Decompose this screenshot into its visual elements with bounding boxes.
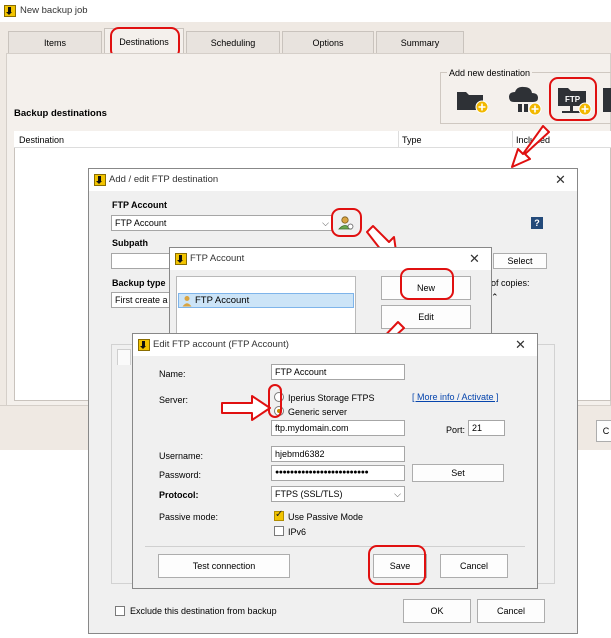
close-icon[interactable]: ✕ [555, 173, 566, 186]
subpath-input[interactable] [111, 253, 171, 269]
app-icon [138, 339, 150, 351]
main-window-title: New backup job [20, 5, 88, 16]
edit-ftp-account-dialog: Edit FTP account (FTP Account) ✕ Name: F… [132, 333, 538, 589]
passive-mode-label: Passive mode: [159, 512, 219, 522]
username-input[interactable]: hjebmd6382 [271, 446, 405, 462]
new-account-button[interactable]: New [381, 276, 471, 300]
main-titlebar: New backup job [0, 0, 611, 22]
app-icon [4, 5, 16, 17]
close-icon[interactable]: ✕ [515, 338, 526, 351]
chevron-down-icon: ⌵ [322, 218, 329, 228]
copies-stepper[interactable]: ⌃ [491, 292, 501, 306]
ftp-account-select[interactable]: FTP Account ⌵ [111, 215, 333, 231]
backup-type-label: Backup type [112, 278, 166, 288]
cancel-button[interactable]: Cancel [477, 599, 545, 623]
add-destination-label: Add new destination [447, 68, 533, 78]
port-input[interactable]: 21 [468, 420, 505, 436]
backup-type-value: First create a [115, 295, 168, 305]
password-label: Password: [159, 470, 202, 480]
ok-button[interactable]: OK [403, 599, 471, 623]
dialog-separator [145, 546, 525, 547]
user-icon [182, 296, 192, 307]
chevron-down-icon: ⌵ [394, 489, 401, 499]
tab-options[interactable]: Options [282, 31, 374, 53]
edit-account-button[interactable]: Edit [381, 305, 471, 329]
cloud-destination-icon[interactable] [506, 84, 542, 116]
save-button[interactable]: Save [373, 554, 427, 578]
ipv6-checkbox[interactable] [274, 526, 284, 536]
protocol-label: Protocol: [159, 490, 199, 500]
app-icon [175, 253, 187, 265]
ftp-account-list-dialog: FTP Account ✕ FTP Account New Edit [169, 247, 492, 337]
cancel-edit-button[interactable]: Cancel [440, 554, 508, 578]
radio-generic-label: Generic server [288, 407, 348, 417]
select-button[interactable]: Select [493, 253, 547, 269]
tab-scheduling[interactable]: Scheduling [186, 31, 280, 53]
radio-iperius-label: Iperius Storage FTPS [288, 393, 375, 403]
set-button[interactable]: Set [412, 464, 504, 482]
tab-destinations[interactable]: Destinations [104, 28, 184, 54]
inner-tab [117, 349, 131, 365]
edit-ftp-title: Edit FTP account (FTP Account) [153, 339, 289, 350]
tab-items[interactable]: Items [8, 31, 102, 53]
ftp-account-label: FTP Account [112, 200, 168, 210]
protocol-select[interactable]: FTPS (SSL/TLS) ⌵ [271, 486, 405, 502]
folder-destination-icon[interactable] [456, 86, 489, 114]
main-right-button[interactable]: C [596, 420, 611, 442]
col-type[interactable]: Type [402, 135, 422, 145]
server-input[interactable]: ftp.mydomain.com [271, 420, 405, 436]
protocol-value: FTPS (SSL/TLS) [275, 489, 343, 499]
exclude-label: Exclude this destination from backup [130, 606, 277, 616]
test-connection-button[interactable]: Test connection [158, 554, 290, 578]
passive-mode-option-label: Use Passive Mode [288, 512, 364, 522]
subpath-label: Subpath [112, 238, 148, 248]
section-title: Backup destinations [14, 108, 107, 119]
col-destination[interactable]: Destination [19, 135, 64, 145]
server-label: Server: [159, 395, 189, 405]
passive-mode-checkbox[interactable] [274, 509, 284, 521]
ftp-account-list-titlebar: FTP Account ✕ [170, 248, 491, 270]
tab-summary[interactable]: Summary [376, 31, 464, 53]
col-included[interactable]: Included [516, 135, 550, 145]
edit-ftp-titlebar: Edit FTP account (FTP Account) ✕ [133, 334, 537, 356]
extra-tile-icon[interactable] [603, 88, 611, 112]
manage-accounts-icon[interactable] [337, 214, 355, 232]
name-input[interactable]: FTP Account [271, 364, 405, 380]
account-list-item-label: FTP Account [195, 295, 250, 306]
ftp-destination-title: Add / edit FTP destination [109, 174, 219, 185]
username-label: Username: [159, 451, 204, 461]
name-label: Name: [159, 369, 186, 379]
account-list-item[interactable]: FTP Account [178, 293, 354, 308]
port-label: Port: [446, 425, 466, 435]
ipv6-label: IPv6 [288, 527, 307, 537]
ftp-account-list-title: FTP Account [190, 253, 245, 264]
radio-generic[interactable] [274, 406, 284, 416]
exclude-checkbox[interactable] [115, 606, 125, 616]
close-icon[interactable]: ✕ [469, 252, 480, 265]
ftp-destination-titlebar: Add / edit FTP destination ✕ [89, 169, 577, 191]
app-icon [94, 174, 106, 186]
ftp-account-value: FTP Account [115, 218, 167, 228]
help-icon[interactable]: ? [531, 217, 543, 229]
password-input[interactable]: ●●●●●●●●●●●●●●●●●●●●●●●●● [271, 465, 405, 481]
backup-type-select[interactable]: First create a [111, 292, 171, 308]
more-info-link[interactable]: [ More info / Activate ] [412, 392, 499, 402]
copies-label: of copies: [491, 278, 530, 288]
ftp-tile-label: FTP [565, 95, 581, 104]
radio-iperius[interactable] [274, 392, 284, 402]
